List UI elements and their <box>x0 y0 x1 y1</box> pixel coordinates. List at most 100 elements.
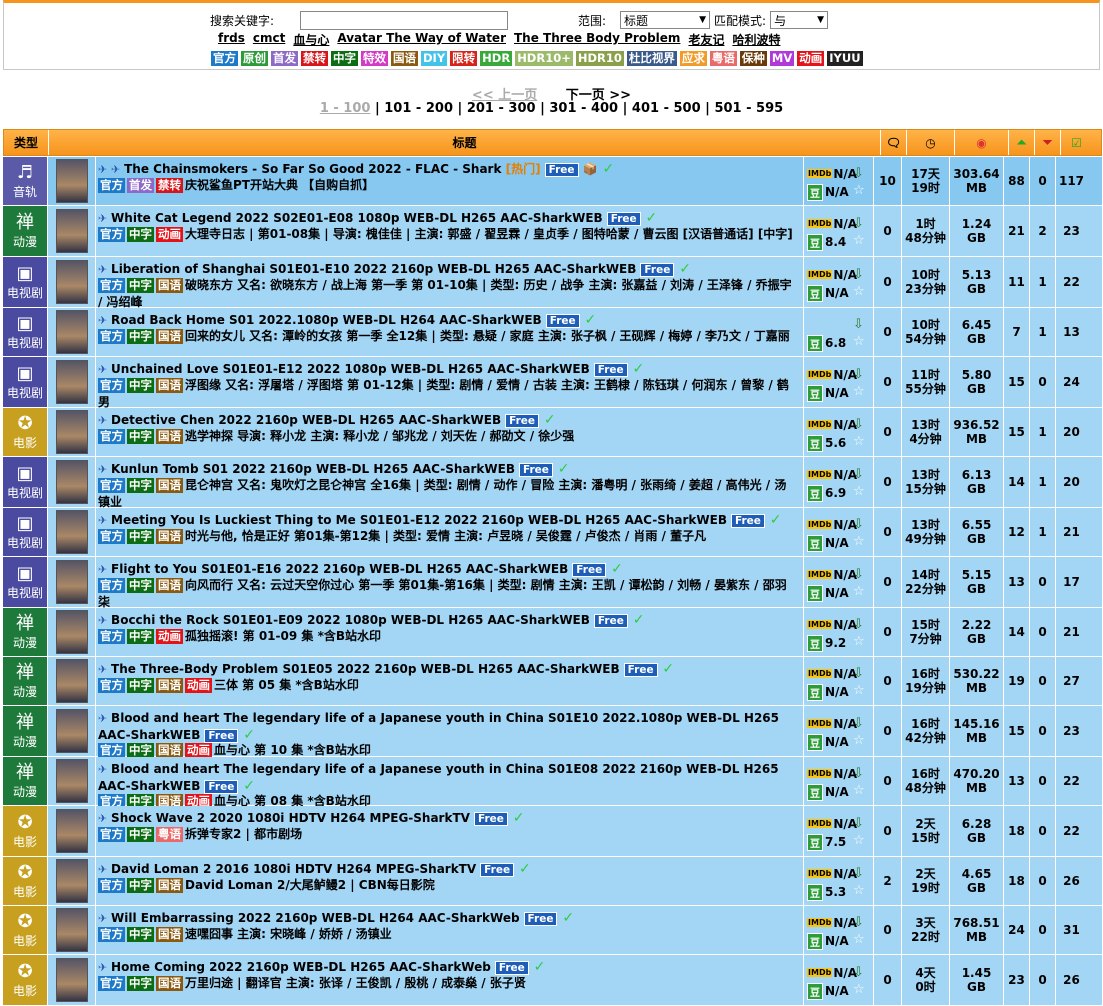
torrent-title[interactable]: ✈ Shock Wave 2 2020 1080i HDTV H264 MPEG… <box>98 810 798 827</box>
download-icon[interactable]: ⇩ <box>853 517 864 532</box>
torrent-title[interactable]: ✈ Meeting You Is Luckiest Thing to Me S0… <box>98 512 798 529</box>
download-icon[interactable]: ⇩ <box>853 317 864 332</box>
category-badge[interactable]: ✪ 电影 <box>3 906 48 954</box>
category-badge[interactable]: ▣ 电视剧 <box>3 557 48 607</box>
tag-官方[interactable]: 官方 <box>211 51 238 66</box>
download-icon[interactable]: ⇩ <box>853 866 864 881</box>
poster-thumbnail[interactable] <box>48 857 96 905</box>
download-icon[interactable]: ⇩ <box>853 716 864 731</box>
page-link[interactable]: 501 - 595 <box>714 101 783 116</box>
poster-thumbnail[interactable] <box>48 308 96 356</box>
download-icon[interactable]: ⇩ <box>853 666 864 681</box>
imdb-score[interactable]: IMDb N/A <box>807 418 857 432</box>
completed-icon[interactable]: ☑ <box>1061 130 1092 155</box>
poster-thumbnail[interactable] <box>48 408 96 456</box>
table-row[interactable]: ✪ 电影 ✈ Detective Chen 2022 2160p WEB-DL H2… <box>3 408 1102 457</box>
hot-keyword-link[interactable]: 血与心 <box>293 31 329 48</box>
download-icon[interactable]: ⇩ <box>853 166 864 181</box>
poster-thumbnail[interactable] <box>48 608 96 656</box>
scope-select[interactable]: 标题 ▼ <box>620 11 711 29</box>
tag-禁转[interactable]: 禁转 <box>301 51 328 66</box>
douban-score[interactable]: 豆 N/A <box>807 384 849 402</box>
tag-限转[interactable]: 限转 <box>450 51 478 66</box>
col-title[interactable]: 标题 <box>49 130 881 155</box>
star-icon[interactable]: ☆ <box>853 334 865 349</box>
star-icon[interactable]: ☆ <box>853 783 865 798</box>
imdb-score[interactable]: IMDb N/A <box>807 667 857 681</box>
mode-select[interactable]: 与 ▼ <box>770 11 829 29</box>
douban-score[interactable]: 豆 N/A <box>807 733 849 751</box>
clock-icon[interactable]: ◷ <box>907 130 955 155</box>
torrent-title[interactable]: ✈ Kunlun Tomb S01 2022 2160p WEB-DL H265… <box>98 461 798 478</box>
hot-keyword-link[interactable]: frds <box>218 31 245 48</box>
table-row[interactable]: 禅动漫 ✈ White Cat Legend 2022 S02E01-E08 10… <box>3 206 1102 257</box>
category-badge[interactable]: ✪ 电影 <box>3 408 48 456</box>
hot-keyword-link[interactable]: Avatar The Way of Water <box>337 31 506 48</box>
col-type[interactable]: 类型 <box>4 130 49 155</box>
category-badge[interactable]: 禅动漫 <box>3 706 48 756</box>
poster-thumbnail[interactable] <box>48 557 96 607</box>
table-row[interactable]: 禅动漫 ✈ Blood and heart The legendary life … <box>3 706 1102 758</box>
imdb-score[interactable]: IMDb N/A <box>807 518 857 532</box>
table-row[interactable]: ✪ 电影 ✈ David Loman 2 2016 1080i HDTV H264 … <box>3 857 1102 906</box>
download-icon[interactable]: ⇩ <box>853 267 864 282</box>
imdb-score[interactable]: IMDb N/A <box>807 916 857 930</box>
table-row[interactable]: ▣ 电视剧 ✈ Flight to You S01E01-E16 2022 2160… <box>3 557 1102 609</box>
star-icon[interactable]: ☆ <box>853 233 865 248</box>
table-row[interactable]: ♬ 音轨 ✈ ✈ The Chainsmokers - So Far So Good… <box>3 157 1102 206</box>
star-icon[interactable]: ☆ <box>853 534 865 549</box>
douban-score[interactable]: 豆 8.4 <box>807 233 846 251</box>
tag-保种[interactable]: 保种 <box>739 51 767 66</box>
imdb-score[interactable]: IMDb N/A <box>807 966 857 980</box>
download-icon[interactable]: ⇩ <box>853 766 864 781</box>
torrent-title[interactable]: ✈ Home Coming 2022 2160p WEB-DL H265 AAC… <box>98 959 798 976</box>
tag-HDR[interactable]: HDR <box>480 51 513 66</box>
star-icon[interactable]: ☆ <box>853 484 865 499</box>
douban-score[interactable]: 豆 9.2 <box>807 634 846 652</box>
douban-score[interactable]: 豆 5.3 <box>807 883 846 901</box>
comments-icon[interactable]: 🗨 <box>881 130 907 155</box>
category-badge[interactable]: ▣ 电视剧 <box>3 257 48 307</box>
download-icon[interactable]: ⇩ <box>853 816 864 831</box>
category-badge[interactable]: ▣ 电视剧 <box>3 508 48 556</box>
poster-thumbnail[interactable] <box>48 457 96 507</box>
star-icon[interactable]: ☆ <box>853 634 865 649</box>
category-badge[interactable]: ✪ 电影 <box>3 955 48 1005</box>
category-badge[interactable]: 禅动漫 <box>3 608 48 656</box>
tag-HDR10[interactable]: HDR10 <box>575 51 624 66</box>
imdb-score[interactable]: IMDb N/A <box>807 618 857 632</box>
tag-粤语[interactable]: 粤语 <box>709 51 737 66</box>
hot-keyword-link[interactable]: cmct <box>253 31 285 48</box>
table-row[interactable]: ▣ 电视剧 ✈ Liberation of Shanghai S01E01-E10 … <box>3 257 1102 309</box>
tag-MV[interactable]: MV <box>769 51 795 66</box>
poster-thumbnail[interactable] <box>48 657 96 705</box>
poster-thumbnail[interactable] <box>48 257 96 307</box>
star-icon[interactable]: ☆ <box>853 883 865 898</box>
category-badge[interactable]: ▣ 电视剧 <box>3 357 48 407</box>
tag-杜比视界[interactable]: 杜比视界 <box>626 51 677 66</box>
table-row[interactable]: ▣ 电视剧 ✈ Road Back Home S01 2022.1080p WEB-… <box>3 308 1102 357</box>
page-link[interactable]: 101 - 200 <box>384 101 453 116</box>
imdb-score[interactable]: IMDb N/A <box>807 217 857 231</box>
category-badge[interactable]: ▣ 电视剧 <box>3 457 48 507</box>
torrent-title[interactable]: ✈ Unchained Love S01E01-E12 2022 1080p W… <box>98 361 798 378</box>
poster-thumbnail[interactable] <box>48 757 96 805</box>
star-icon[interactable]: ☆ <box>853 683 865 698</box>
category-badge[interactable]: ▣ 电视剧 <box>3 308 48 356</box>
torrent-title[interactable]: ✈ Road Back Home S01 2022.1080p WEB-DL H… <box>98 312 798 329</box>
star-icon[interactable]: ☆ <box>853 982 865 997</box>
table-row[interactable]: ▣ 电视剧 ✈ Kunlun Tomb S01 2022 2160p WEB-DL … <box>3 457 1102 509</box>
douban-score[interactable]: 豆 N/A <box>807 982 849 1000</box>
imdb-score[interactable]: IMDb N/A <box>807 368 857 382</box>
douban-score[interactable]: 豆 7.5 <box>807 833 846 851</box>
douban-score[interactable]: 豆 N/A <box>807 284 849 302</box>
tag-动画[interactable]: 动画 <box>797 51 825 66</box>
douban-score[interactable]: 豆 6.9 <box>807 484 846 502</box>
category-badge[interactable]: 禅动漫 <box>3 206 48 256</box>
table-row[interactable]: ✪ 电影 ✈ Home Coming 2022 2160p WEB-DL H265 … <box>3 955 1102 1006</box>
imdb-score[interactable]: IMDb N/A <box>807 268 857 282</box>
poster-thumbnail[interactable] <box>48 955 96 1005</box>
imdb-score[interactable]: IMDb N/A <box>807 568 857 582</box>
torrent-title[interactable]: ✈ White Cat Legend 2022 S02E01-E08 1080p… <box>98 210 798 227</box>
category-badge[interactable]: 禅动漫 <box>3 657 48 705</box>
